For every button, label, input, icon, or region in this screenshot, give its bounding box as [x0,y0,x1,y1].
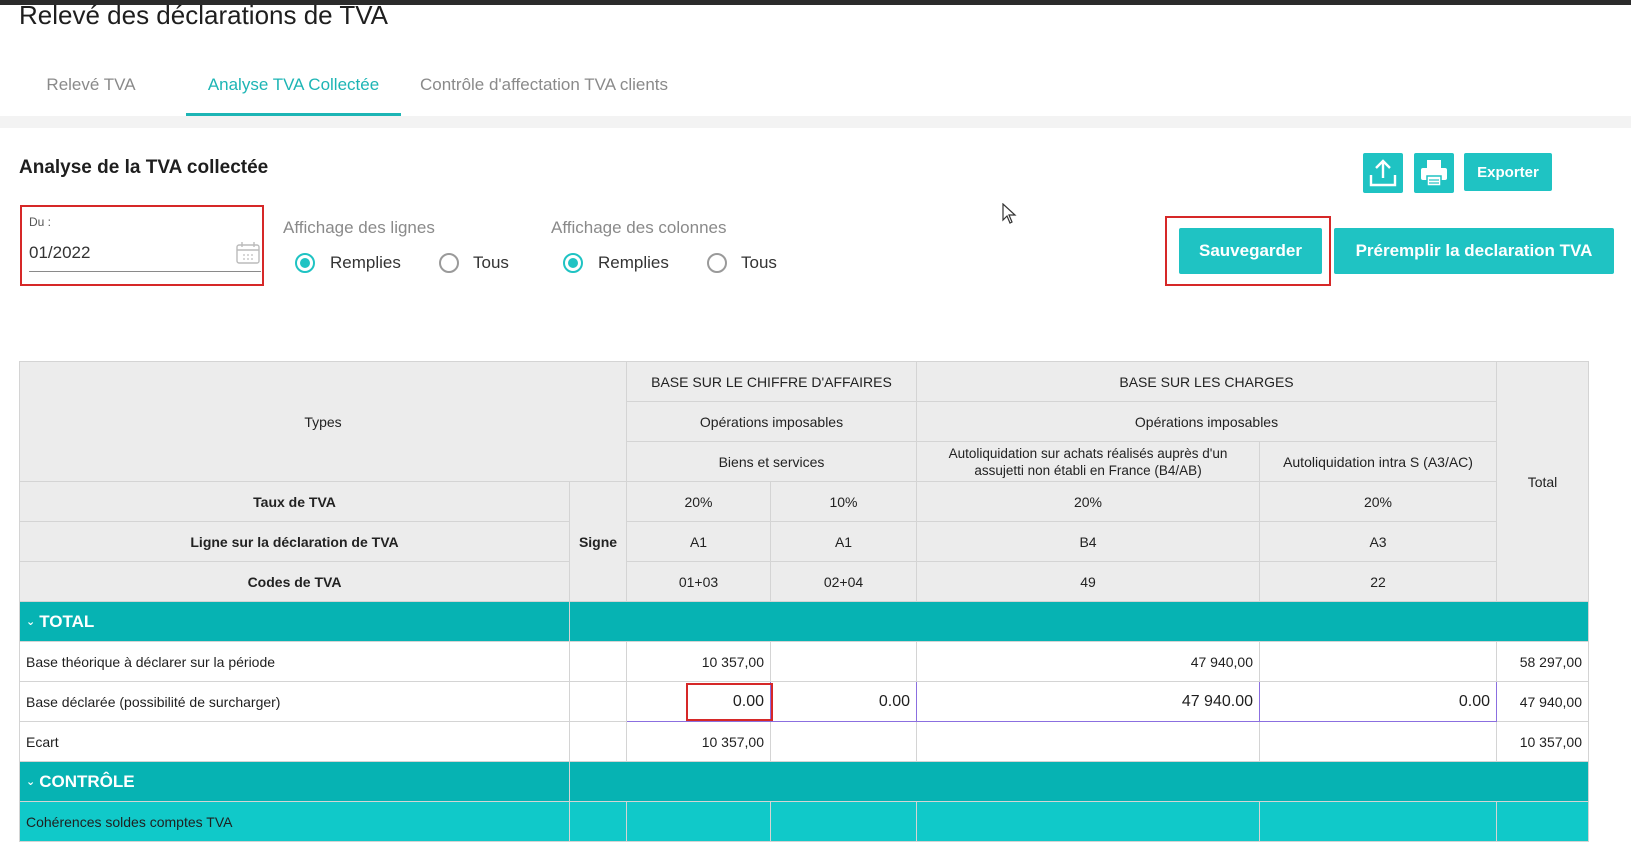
total-cell: 58 297,00 [1496,641,1589,682]
date-input-underline [29,271,261,272]
section-controle-row[interactable]: ⌄ CONTRÔLE [19,761,1589,802]
row-label: Ecart [19,721,570,762]
input-highlight [686,683,773,721]
group-charges-header: BASE SUR LES CHARGES [916,361,1497,402]
value-cell [770,801,917,842]
section-total-fill [569,601,1589,642]
autoliq-a3-header: Autoliquidation intra S (A3/AC) [1259,441,1497,482]
types-header: Types [19,361,627,482]
biens-services-header: Biens et services [626,441,917,482]
code-cell: 49 [916,561,1260,602]
date-label: Du : [29,215,52,229]
ligne-label: Ligne sur la déclaration de TVA [19,521,570,562]
lines-radio-all[interactable] [439,253,459,273]
value-cell [770,721,917,762]
autoliq-b4-header: Autoliquidation sur achats réalisés aupr… [916,441,1260,482]
section-controle-label: CONTRÔLE [39,771,135,791]
upload-button[interactable] [1363,153,1403,193]
taux-cell: 20% [1259,481,1497,522]
date-input[interactable]: 01/2022 [29,243,90,263]
tab-analyse-tva-collectee[interactable]: Analyse TVA Collectée [186,60,401,116]
signe-header: Signe [569,481,627,602]
total-cell [1496,801,1589,842]
group-ca-header: BASE SUR LE CHIFFRE D'AFFAIRES [626,361,917,402]
base-declaree-input-b4[interactable]: 47 940.00 [916,681,1260,722]
ligne-cell: A1 [770,521,917,562]
taux-cell: 20% [626,481,771,522]
tab-controle-affectation[interactable]: Contrôle d'affectation TVA clients [420,60,690,116]
ligne-cell: A3 [1259,521,1497,562]
base-declaree-input-a3[interactable]: 0.00 [1259,681,1497,722]
tab-releve-tva[interactable]: Relevé TVA [46,60,136,116]
section-total-toggle[interactable]: ⌄ TOTAL [19,601,570,642]
save-button[interactable]: Sauvegarder [1179,228,1322,274]
section-controle-toggle[interactable]: ⌄ CONTRÔLE [19,761,570,802]
mouse-cursor-icon [1002,203,1017,224]
value-cell [770,641,917,682]
signe-cell [569,721,627,762]
lines-radio-filled-label: Remplies [330,253,401,272]
calendar-icon[interactable] [236,242,260,264]
code-cell: 22 [1259,561,1497,602]
code-cell: 02+04 [770,561,917,602]
table-row: Base théorique à déclarer sur la période… [19,641,1589,682]
signe-cell [569,681,627,722]
value-cell [1259,641,1497,682]
code-cell: 01+03 [626,561,771,602]
tab-bar: Relevé TVA Analyse TVA Collectée Contrôl… [0,60,1631,116]
row-label: Base déclarée (possibilité de surcharger… [19,681,570,722]
upload-icon [1369,159,1397,187]
ops-ca-header: Opérations imposables [626,401,917,442]
value-cell: 47 940,00 [916,641,1260,682]
section-controle-fill [569,761,1589,802]
page-title: Relevé des déclarations de TVA [19,0,389,30]
row-label: Base théorique à déclarer sur la période [19,641,570,682]
taux-label: Taux de TVA [19,481,570,522]
chevron-down-icon: ⌄ [26,615,36,628]
codes-label: Codes de TVA [19,561,570,602]
table-row: Ecart 10 357,00 10 357,00 [19,721,1589,762]
print-icon [1421,160,1447,187]
prefill-declaration-button[interactable]: Préremplir la declaration TVA [1334,228,1614,274]
ligne-cell: B4 [916,521,1260,562]
print-button[interactable] [1414,153,1454,193]
section-total-label: TOTAL [39,611,95,631]
value-cell: 10 357,00 [626,641,771,682]
total-cell: 47 940,00 [1496,681,1589,722]
columns-radio-all[interactable] [707,253,727,273]
columns-radio-filled[interactable] [563,253,583,273]
base-declaree-input-a1-10[interactable]: 0.00 [770,681,917,722]
taux-cell: 20% [916,481,1260,522]
ligne-cell: A1 [626,521,771,562]
section-total-row[interactable]: ⌄ TOTAL [19,601,1589,642]
lines-display-label: Affichage des lignes [283,218,435,237]
section-divider [0,116,1631,128]
section-title: Analyse de la TVA collectée [19,157,269,178]
columns-radio-all-label: Tous [741,253,777,272]
value-cell [1259,721,1497,762]
columns-radio-filled-label: Remplies [598,253,669,272]
taux-cell: 10% [770,481,917,522]
row-label: Cohérences soldes comptes TVA [19,801,570,842]
base-declaree-input-a1-20[interactable]: 0.00 [626,681,773,722]
value-cell [1259,801,1497,842]
ops-charges-header: Opérations imposables [916,401,1497,442]
value-cell [916,801,1260,842]
table-row: Cohérences soldes comptes TVA [19,801,1589,842]
total-cell: 10 357,00 [1496,721,1589,762]
value-cell [626,801,771,842]
value-cell [916,721,1260,762]
lines-radio-filled[interactable] [295,253,315,273]
signe-cell [569,641,627,682]
table-row: Base déclarée (possibilité de surcharger… [19,681,1589,722]
columns-display-label: Affichage des colonnes [551,218,727,237]
signe-cell [569,801,627,842]
value-cell: 10 357,00 [626,721,771,762]
lines-radio-all-label: Tous [473,253,509,272]
total-header: Total [1496,361,1589,602]
tva-analysis-table: Types BASE SUR LE CHIFFRE D'AFFAIRES BAS… [19,361,1589,842]
export-button[interactable]: Exporter [1464,153,1552,191]
chevron-down-icon: ⌄ [26,775,36,788]
